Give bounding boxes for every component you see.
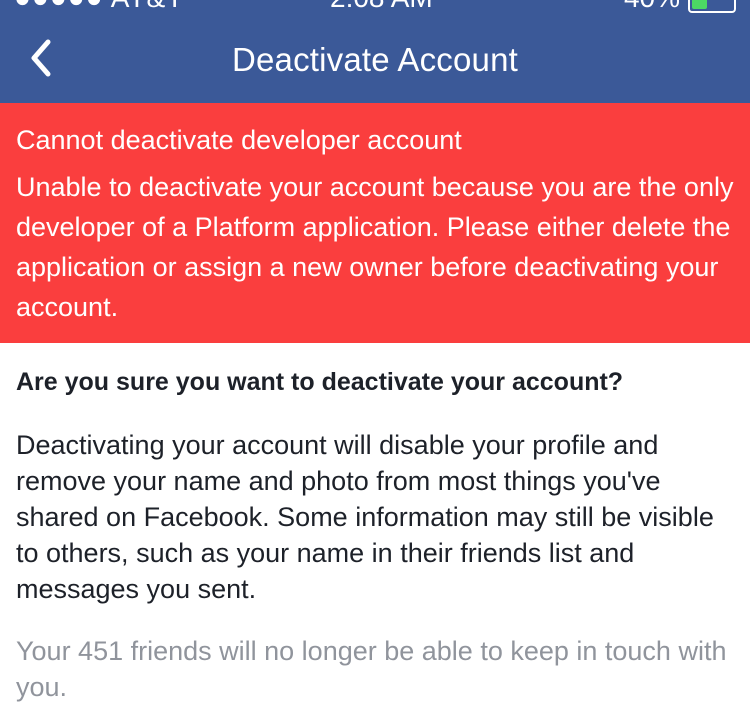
status-right: 40% bbox=[624, 0, 736, 14]
page-title: Deactivate Account bbox=[231, 41, 519, 78]
error-title: Cannot deactivate developer account bbox=[16, 125, 462, 155]
error-banner: Cannot deactivate developer account Unab… bbox=[0, 103, 750, 343]
deactivate-content: Are you sure you want to deactivate your… bbox=[16, 343, 734, 705]
battery-level-fill bbox=[692, 0, 708, 9]
friends-note: Your 451 friends will no longer be able … bbox=[16, 636, 727, 702]
status-time: 2:08 AM bbox=[330, 0, 433, 14]
error-message: Unable to deactivate your account becaus… bbox=[16, 172, 734, 322]
status-bar: ●●●●● AT&T 2:08 AM 40% bbox=[0, 0, 750, 14]
battery-icon bbox=[688, 0, 736, 13]
confirmation-question: Are you sure you want to deactivate your… bbox=[16, 368, 624, 396]
deactivation-description: Deactivating your account will disable y… bbox=[16, 430, 714, 604]
carrier-label: ●●●●● AT&T bbox=[14, 0, 184, 14]
navigation-bar: Deactivate Account bbox=[0, 14, 750, 103]
battery-percent: 40% bbox=[624, 0, 680, 14]
